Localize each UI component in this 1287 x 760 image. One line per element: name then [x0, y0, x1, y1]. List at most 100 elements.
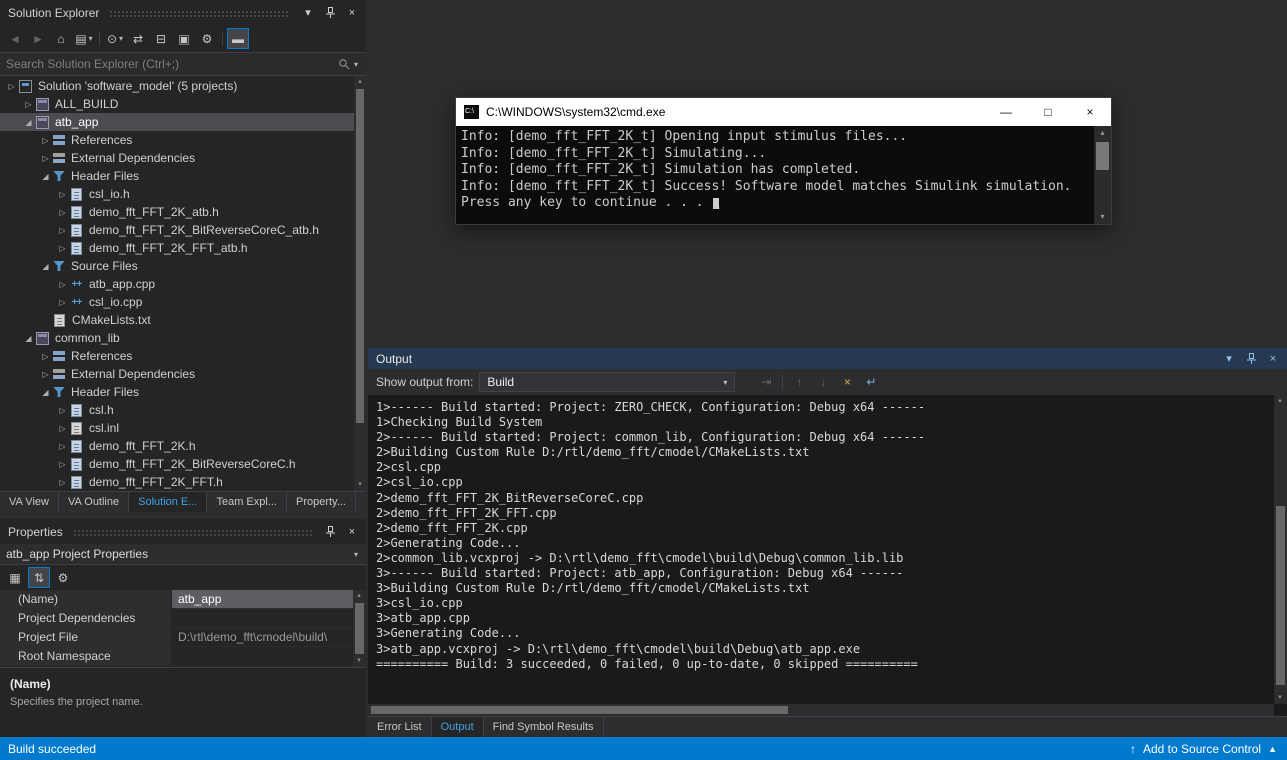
expanded-arrow-icon[interactable]: ◢	[38, 172, 53, 181]
tab-va-outline[interactable]: VA Outline	[59, 492, 129, 512]
expanded-arrow-icon[interactable]: ◢	[21, 334, 36, 343]
tab-solution-e[interactable]: Solution E...	[129, 492, 207, 512]
tree-item[interactable]: ▷demo_fft_FFT_2K_BitReverseCoreC.h	[0, 455, 354, 473]
collapsed-arrow-icon[interactable]: ▷	[55, 208, 70, 217]
next-message-icon[interactable]: ↓	[812, 372, 834, 393]
scroll-up-icon[interactable]: ▴	[1094, 126, 1111, 140]
expanded-arrow-icon[interactable]: ◢	[38, 388, 53, 397]
collapsed-arrow-icon[interactable]: ▷	[38, 154, 53, 163]
tree-item[interactable]: ▷References	[0, 347, 354, 365]
home-icon[interactable]: ⌂	[50, 28, 72, 49]
scrollbar-thumb[interactable]	[1276, 506, 1285, 685]
tree-item[interactable]: ▷ALL_BUILD	[0, 95, 354, 113]
preview-selected-items-icon[interactable]: ▬	[227, 28, 249, 49]
cmd-titlebar[interactable]: C:\ C:\WINDOWS\system32\cmd.exe — □ ×	[456, 98, 1111, 126]
scroll-down-icon[interactable]: ▾	[1094, 210, 1111, 224]
tree-item[interactable]: CMakeLists.txt	[0, 311, 354, 329]
window-position-icon[interactable]: ▾	[300, 5, 316, 21]
tree-item[interactable]: ◢common_lib	[0, 329, 354, 347]
properties-wrench-icon[interactable]: ⚙	[196, 28, 218, 49]
close-icon[interactable]: ×	[344, 5, 360, 21]
tree-item[interactable]: ▷External Dependencies	[0, 149, 354, 167]
close-icon[interactable]: ×	[1265, 351, 1281, 367]
output-source-dropdown[interactable]: Build ▾	[479, 372, 735, 392]
collapsed-arrow-icon[interactable]: ▷	[55, 424, 70, 433]
cmd-scrollbar[interactable]: ▴ ▾	[1094, 126, 1111, 224]
find-message-icon[interactable]: ⇥	[755, 372, 777, 393]
property-row[interactable]: Project FileD:\rtl\demo_fft\cmodel\build…	[0, 628, 353, 647]
property-value[interactable]	[172, 647, 353, 665]
collapsed-arrow-icon[interactable]: ▷	[55, 226, 70, 235]
tab-property[interactable]: Property...	[287, 492, 356, 512]
scroll-down-icon[interactable]: ▾	[353, 655, 365, 667]
tab-team-expl[interactable]: Team Expl...	[207, 492, 287, 512]
tree-item[interactable]: ▷csl.inl	[0, 419, 354, 437]
property-row[interactable]: Root Namespace	[0, 647, 353, 666]
show-all-files-icon[interactable]: ▣	[173, 28, 195, 49]
switch-views-icon[interactable]: ▤▾	[73, 28, 95, 49]
tree-item[interactable]: ◢Header Files	[0, 167, 354, 185]
tree-item[interactable]: ◢atb_app	[0, 113, 354, 131]
tab-find-symbol-results[interactable]: Find Symbol Results	[484, 717, 604, 737]
window-position-icon[interactable]: ▾	[1221, 351, 1237, 367]
caret-up-icon[interactable]: ▲	[1268, 744, 1277, 754]
close-icon[interactable]: ×	[344, 524, 360, 540]
sync-with-active-document-icon[interactable]: ⇄	[127, 28, 149, 49]
expanded-arrow-icon[interactable]: ◢	[38, 262, 53, 271]
scrollbar-thumb[interactable]	[355, 603, 364, 654]
property-value[interactable]: D:\rtl\demo_fft\cmodel\build\	[172, 628, 353, 646]
maximize-button[interactable]: □	[1027, 98, 1069, 126]
tree-item[interactable]: ▷External Dependencies	[0, 365, 354, 383]
tab-va-view[interactable]: VA View	[0, 492, 59, 512]
tree-item[interactable]: ▷++atb_app.cpp	[0, 275, 354, 293]
collapsed-arrow-icon[interactable]: ▷	[38, 370, 53, 379]
output-horizontal-scrollbar[interactable]	[368, 704, 1274, 716]
scrollbar-thumb[interactable]	[371, 706, 788, 714]
tree-item[interactable]: ▷csl_io.h	[0, 185, 354, 203]
scrollbar-thumb[interactable]	[1096, 142, 1109, 170]
output-scrollbar[interactable]: ▴ ▾	[1274, 395, 1287, 704]
add-to-source-control-button[interactable]: Add to Source Control	[1143, 742, 1261, 756]
close-button[interactable]: ×	[1069, 98, 1111, 126]
scroll-up-icon[interactable]: ▴	[1274, 395, 1286, 407]
output-console[interactable]: 1>------ Build started: Project: ZERO_CH…	[376, 400, 1273, 704]
prev-message-icon[interactable]: ↑	[788, 372, 810, 393]
pin-icon[interactable]	[322, 524, 338, 540]
collapsed-arrow-icon[interactable]: ▷	[55, 442, 70, 451]
collapsed-arrow-icon[interactable]: ▷	[55, 478, 70, 487]
collapsed-arrow-icon[interactable]: ▷	[38, 136, 53, 145]
pin-icon[interactable]	[1243, 351, 1259, 367]
collapsed-arrow-icon[interactable]: ▷	[55, 280, 70, 289]
expanded-arrow-icon[interactable]: ◢	[21, 118, 36, 127]
tree-item[interactable]: ▷demo_fft_FFT_2K.h	[0, 437, 354, 455]
forward-icon[interactable]: ►	[27, 28, 49, 49]
collapsed-arrow-icon[interactable]: ▷	[38, 352, 53, 361]
pin-icon[interactable]	[322, 5, 338, 21]
collapsed-arrow-icon[interactable]: ▷	[4, 82, 19, 91]
scroll-up-icon[interactable]: ▴	[353, 590, 365, 602]
property-value[interactable]: atb_app	[172, 590, 353, 608]
tree-item[interactable]: ▷Solution 'software_model' (5 projects)	[0, 77, 354, 95]
property-value[interactable]	[172, 609, 353, 627]
scroll-down-icon[interactable]: ▾	[1274, 692, 1286, 704]
properties-scrollbar[interactable]: ▴ ▾	[353, 590, 366, 667]
tab-output[interactable]: Output	[432, 717, 484, 737]
alphabetical-sort-icon[interactable]: ⇅	[28, 567, 50, 588]
back-icon[interactable]: ◄	[4, 28, 26, 49]
tree-item[interactable]: ◢Source Files	[0, 257, 354, 275]
drag-grip[interactable]	[109, 10, 290, 17]
search-icon[interactable]: ▾	[330, 58, 366, 70]
cmd-console[interactable]: Info: [demo_fft_FFT_2K_t] Opening input …	[456, 126, 1094, 224]
tree-item[interactable]: ▷++csl_io.cpp	[0, 293, 354, 311]
search-input[interactable]	[0, 57, 330, 71]
scrollbar-thumb[interactable]	[356, 89, 364, 423]
tree-scrollbar[interactable]: ▴ ▾	[354, 76, 366, 491]
property-row[interactable]: Project Dependencies	[0, 609, 353, 628]
collapsed-arrow-icon[interactable]: ▷	[55, 460, 70, 469]
tree-item[interactable]: ◢Header Files	[0, 383, 354, 401]
pending-changes-filter-icon[interactable]: ⊙▾	[104, 28, 126, 49]
property-row[interactable]: (Name)atb_app	[0, 590, 353, 609]
tree-item[interactable]: ▷demo_fft_FFT_2K_FFT.h	[0, 473, 354, 491]
scroll-down-icon[interactable]: ▾	[354, 479, 366, 491]
collapsed-arrow-icon[interactable]: ▷	[55, 244, 70, 253]
